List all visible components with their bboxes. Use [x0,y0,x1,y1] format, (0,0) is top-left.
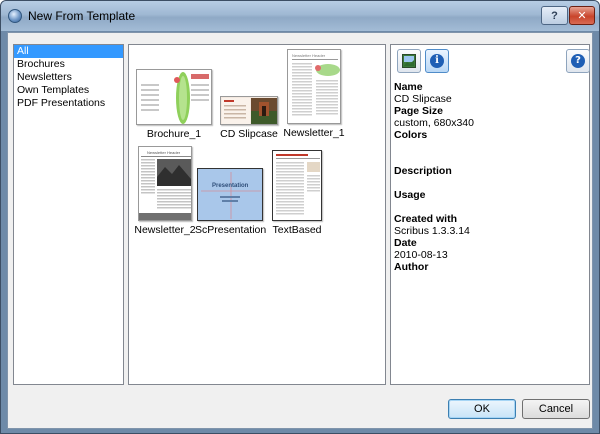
template-item-newsletter-1[interactable]: Newsletter Header Newsletter_1 [282,49,346,139]
newsletter-2-thumbnail-art: Newsletter Header [139,147,191,220]
thumbnail-heading: Newsletter Header [147,150,181,155]
author-label: Author [394,261,429,273]
colors-label: Colors [394,129,428,141]
template-thumbnail [220,96,278,125]
category-item-newsletters[interactable]: Newsletters [14,71,123,84]
template-label: Brochure_1 [146,128,202,140]
close-icon: ✕ [577,10,587,22]
titlebar-close-button[interactable]: ✕ [569,6,595,25]
window-title: New From Template [28,9,136,23]
category-list[interactable]: All Brochures Newsletters Own Templates … [13,44,124,385]
description-value [394,177,588,189]
template-thumbnail-view[interactable]: Brochure_1 CD Slipcase Newsletter Header… [128,44,386,385]
template-thumbnail: Presentation [197,168,263,221]
usage-label: Usage [394,189,426,201]
date-value: 2010-08-13 [394,249,448,261]
template-label: ScPresentation [195,224,267,236]
titlebar-help-button[interactable]: ? [541,6,568,25]
template-thumbnail [136,69,212,125]
template-item-cd-slipcase[interactable]: CD Slipcase [217,69,281,140]
cancel-button[interactable]: Cancel [522,399,590,419]
dialog-body: All Brochures Newsletters Own Templates … [7,32,593,429]
cd-slipcase-thumbnail-art [221,97,277,124]
template-item-brochure-1[interactable]: Brochure_1 [134,69,214,140]
usage-value [394,201,588,213]
thumbnail-heading: Newsletter Header [292,53,326,58]
preview-image-button[interactable] [397,49,421,73]
image-icon [402,54,416,68]
category-item-pdf-presentations[interactable]: PDF Presentations [14,97,123,110]
category-item-brochures[interactable]: Brochures [14,58,123,71]
template-label: CD Slipcase [220,128,278,140]
info-button[interactable]: i [425,49,449,73]
colors-value [394,141,588,153]
category-item-all[interactable]: All [14,45,123,58]
template-label: Newsletter_2 [134,224,196,236]
name-value: CD Slipcase [394,93,452,105]
template-item-textbased[interactable]: TextBased [266,146,328,236]
ok-button[interactable]: OK [448,399,516,419]
template-thumbnail [272,150,322,221]
presentation-thumbnail-art: Presentation [198,169,262,220]
new-from-template-dialog: New From Template ? ✕ All Brochures News… [0,0,600,434]
page-size-value: custom, 680x340 [394,117,474,129]
scribus-app-icon [8,9,22,23]
help-icon: ? [571,54,585,68]
template-label: Newsletter_1 [283,127,345,139]
textbased-thumbnail-art [273,151,321,220]
template-label: TextBased [272,224,322,236]
page-size-label: Page Size [394,105,444,117]
template-details-panel: i ? Name CD Slipcase Page Size custom, 6… [390,44,590,385]
author-value [394,273,588,285]
brochure-thumbnail-art [137,70,211,124]
created-with-label: Created with [394,213,458,225]
created-with-value: Scribus 1.3.3.14 [394,225,470,237]
template-item-scpresentation[interactable]: Presentation ScPresentation [195,146,267,236]
newsletter-1-thumbnail-art: Newsletter Header [288,50,340,123]
name-label: Name [394,81,423,93]
description-label: Description [394,165,452,177]
date-label: Date [394,237,417,249]
template-thumbnail: Newsletter Header [287,49,341,124]
template-thumbnail: Newsletter Header [138,146,192,221]
template-properties: Name CD Slipcase Page Size custom, 680x3… [394,81,588,285]
category-item-own-templates[interactable]: Own Templates [14,84,123,97]
question-icon: ? [551,9,558,22]
info-icon: i [430,54,444,68]
title-bar[interactable]: New From Template ? ✕ [1,1,599,31]
template-item-newsletter-2[interactable]: Newsletter Header Newsletter_2 [133,146,197,236]
help-button[interactable]: ? [566,49,590,73]
thumbnail-heading: Presentation [212,183,249,189]
